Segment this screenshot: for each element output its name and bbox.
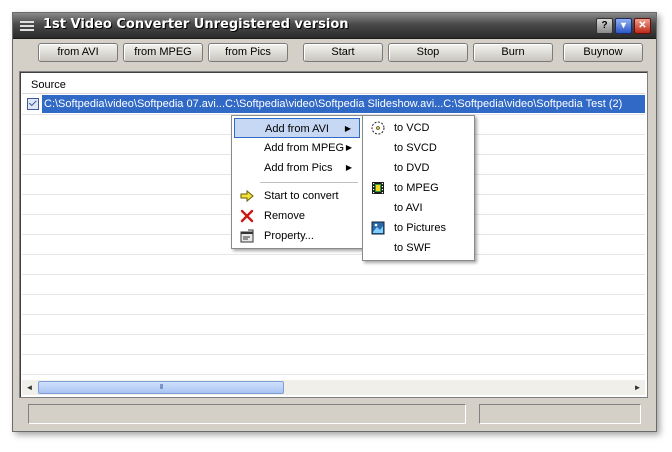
scroll-right-icon[interactable]: ► — [630, 380, 645, 395]
menu-item-add-from-mpeg[interactable]: Add from MPEG ▶ — [234, 138, 360, 158]
from-mpeg-button[interactable]: from MPEG — [123, 43, 203, 62]
submenu-item-to-mpeg[interactable]: to MPEG — [365, 178, 472, 198]
convert-submenu: to VCD to SVCD to DVD to MPEG to AVI to … — [362, 115, 475, 261]
submenu-item-to-swf[interactable]: to SWF — [365, 238, 472, 258]
stop-button[interactable]: Stop — [388, 43, 468, 62]
disc-icon — [371, 121, 385, 135]
status-pane-main — [28, 404, 466, 424]
burn-button[interactable]: Burn — [473, 43, 553, 62]
title-bar[interactable]: 1st Video Converter Unregistered version… — [13, 13, 656, 39]
context-menu: Add from AVI ▶ Add from MPEG ▶ Add from … — [231, 115, 363, 249]
from-pics-button[interactable]: from Pics — [208, 43, 288, 62]
menu-item-property[interactable]: Property... — [234, 226, 360, 246]
submenu-item-to-pictures[interactable]: to Pictures — [365, 218, 472, 238]
scroll-left-icon[interactable]: ◄ — [22, 380, 37, 395]
picture-icon — [371, 221, 385, 235]
status-pane-progress — [479, 404, 641, 424]
menu-item-add-from-avi[interactable]: Add from AVI ▶ — [234, 118, 360, 138]
submenu-item-to-vcd[interactable]: to VCD — [365, 118, 472, 138]
column-header-label: Source — [31, 79, 66, 91]
status-bar — [19, 404, 650, 426]
menu-item-start-to-convert[interactable]: Start to convert — [234, 186, 360, 206]
submenu-arrow-icon: ▶ — [345, 143, 352, 152]
submenu-item-to-avi[interactable]: to AVI — [365, 198, 472, 218]
submenu-arrow-icon: ▶ — [345, 163, 352, 172]
menu-item-remove[interactable]: Remove — [234, 206, 360, 226]
arrow-right-icon — [240, 189, 254, 203]
film-icon — [372, 182, 384, 194]
source-path: C:\Softpedia\video\Softpedia 07.avi...C:… — [42, 95, 645, 113]
column-header-source[interactable]: Source — [22, 74, 645, 94]
minimize-button[interactable]: ▾ — [615, 18, 632, 34]
row-checkbox[interactable] — [27, 98, 39, 110]
menu-separator — [260, 182, 358, 183]
close-button[interactable]: ✕ — [634, 18, 651, 34]
help-button[interactable]: ? — [596, 18, 613, 34]
submenu-item-to-dvd[interactable]: to DVD — [365, 158, 472, 178]
scroll-thumb[interactable]: III — [38, 381, 284, 394]
property-icon — [240, 229, 254, 243]
list-item[interactable]: C:\Softpedia\video\Softpedia 07.avi...C:… — [22, 95, 645, 113]
window-title: 1st Video Converter Unregistered version — [43, 17, 349, 32]
submenu-arrow-icon: ▶ — [344, 124, 351, 133]
buynow-button[interactable]: Buynow — [563, 43, 643, 62]
menu-item-add-from-pics[interactable]: Add from Pics ▶ — [234, 158, 360, 178]
app-menu-icon[interactable] — [19, 18, 35, 34]
horizontal-scrollbar[interactable]: ◄ III ► — [22, 380, 645, 395]
submenu-item-to-svcd[interactable]: to SVCD — [365, 138, 472, 158]
from-avi-button[interactable]: from AVI — [38, 43, 118, 62]
remove-x-icon — [240, 209, 254, 223]
start-button[interactable]: Start — [303, 43, 383, 62]
toolbar: from AVI from MPEG from Pics Start Stop … — [13, 40, 656, 66]
